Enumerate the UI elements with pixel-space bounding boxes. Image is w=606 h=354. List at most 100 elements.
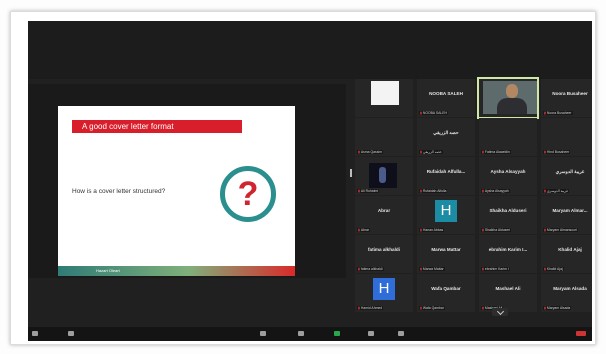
participant-label-text: ebrahim Karim I (484, 267, 509, 271)
participant-label: ▮غريبة الدوسري (543, 189, 570, 193)
participant-name: Maryam Alsada (553, 286, 587, 291)
participant-label-text: Hamid Ahmed (360, 306, 383, 310)
participant-tile[interactable]: Aysha Alsayyah ▮Aysha Alsayyah (479, 157, 537, 195)
participant-tile[interactable]: Shaikha Alduseri ▮Shaikha Alduseri (479, 196, 537, 234)
participant-label-text: NOOBA SALEH (422, 111, 447, 115)
participant-tile[interactable]: غريبة الدوسري ▮غريبة الدوسري (541, 157, 592, 195)
participant-label-text: Fatima Alaaeldin (484, 150, 510, 154)
participant-label: ▮Asma Qassim (357, 150, 383, 154)
question-mark: ? (237, 175, 259, 213)
reactions-icon[interactable] (398, 331, 404, 336)
participant-label-text: Maryam Almansoori (546, 228, 577, 232)
participant-label-text: Hind Busaheer (546, 150, 570, 154)
participant-label-text: Wafa Qambar (422, 306, 444, 310)
participant-label: ▮Noora Busaheer (543, 111, 573, 115)
participant-label: ▮Hind Busaheer (543, 150, 571, 154)
muted-mic-icon: ▮ (482, 189, 484, 193)
participant-label-text: fatima alkhaldi (360, 267, 383, 271)
participant-name: Rufaidah Alfulla... (426, 169, 466, 174)
participant-name: Aysha Alsayyah (490, 169, 526, 174)
gallery-page-down-button[interactable] (492, 307, 508, 316)
participant-label: ▮Khalid Ajaj (543, 267, 564, 271)
participant-label: ▮Ali Ruhaimi (357, 189, 380, 193)
slide-title: A good cover letter format (72, 120, 242, 133)
participant-tile[interactable]: Rufaidah Alfulla... ▮Rufaidah Alfulla (417, 157, 475, 195)
muted-mic-icon: ▮ (544, 228, 546, 232)
chat-icon[interactable] (298, 331, 304, 336)
meeting-toolbar (28, 327, 592, 341)
participant-video (369, 163, 397, 188)
shared-screen: A good cover letter format How is a cove… (28, 84, 346, 278)
participant-tile[interactable]: ▮Asma Qassim (355, 118, 413, 156)
video-icon[interactable] (68, 331, 74, 336)
leave-button[interactable] (576, 331, 586, 336)
participant-label-text: غريبة الدوسري (546, 189, 569, 193)
participant-label: ▮Wafa Qambar (419, 306, 445, 310)
participant-label-text: حصه الزريقي (422, 150, 442, 154)
muted-mic-icon: ▮ (358, 306, 360, 310)
participant-tile[interactable]: Mashael Ali▮Mashael Ali (479, 274, 537, 312)
participant-name: Shaikha Alduseri (489, 208, 527, 213)
participant-tile[interactable] (355, 79, 413, 117)
participant-label-text: Aysha Alsayyah (484, 189, 509, 193)
participant-avatar: H (373, 278, 395, 300)
participant-label: ▮fatima alkhaldi (357, 267, 384, 271)
record-icon[interactable] (368, 331, 374, 336)
participant-label-text: Rufaidah Alfulla (422, 189, 447, 193)
muted-mic-icon: ▮ (420, 189, 422, 193)
participant-tile[interactable]: Noora Busaheer ▮Noora Busaheer (541, 79, 592, 117)
participant-label: ▮Hanan Abbas (419, 228, 445, 232)
participant-video (483, 81, 537, 114)
slide-footer: Hazart Oleart (58, 266, 295, 276)
participant-name: Noora Busaheer (552, 91, 588, 96)
muted-mic-icon: ▮ (482, 228, 484, 232)
participant-tile[interactable]: ▮Ali Ruhaimi (355, 157, 413, 195)
participant-label-text: Noora Busaheer (546, 111, 572, 115)
share-screen-icon[interactable] (334, 331, 340, 336)
participant-label: ▮Maryam Alsada (543, 306, 572, 310)
participant-tile[interactable]: ebrahim Karim I... ▮ebrahim Karim I (479, 235, 537, 273)
participant-label-text: Marwa Mattar (422, 267, 444, 271)
participant-tile[interactable]: Khalid Ajaj ▮Khalid Ajaj (541, 235, 592, 273)
muted-mic-icon: ▮ (544, 111, 546, 115)
participant-name: Maryam Almar... (552, 208, 588, 213)
split-handle[interactable] (350, 169, 352, 177)
participant-tile[interactable]: ▮Hind Busaheer (541, 118, 592, 156)
participant-name: NOOBA SALEH (429, 91, 463, 96)
participants-icon[interactable] (260, 331, 266, 336)
muted-mic-icon: ▮ (420, 267, 422, 271)
muted-mic-icon: ▮ (358, 267, 360, 271)
participant-tile[interactable]: Abrar ▮Abrar (355, 196, 413, 234)
question-circle-icon: ? (220, 166, 276, 222)
muted-mic-icon: ▮ (420, 306, 422, 310)
participant-avatar: H (435, 200, 457, 222)
participant-tile[interactable]: Wafa Qambar ▮Wafa Qambar (417, 274, 475, 312)
participant-tile[interactable]: H ▮Hanan Abbas (417, 196, 475, 234)
participant-name: Khalid Ajaj (558, 247, 582, 252)
participant-tile[interactable]: Marwa Mattar ▮Marwa Mattar (417, 235, 475, 273)
participant-name: حصه الزريقي (433, 130, 459, 135)
participant-tile[interactable]: fatima alkhaldi ▮fatima alkhaldi (355, 235, 413, 273)
participant-label: ▮Fatima Alaaeldin (481, 150, 511, 154)
participant-tile[interactable]: ▮Fatima Alaaeldin (479, 118, 537, 156)
presentation-slide: A good cover letter format How is a cove… (58, 106, 295, 276)
participant-label: ▮Abrar (357, 228, 371, 232)
mute-icon[interactable] (32, 331, 38, 336)
participant-name: fatima alkhaldi (368, 247, 400, 252)
participant-tile[interactable]: Maryam Alsada ▮Maryam Alsada (541, 274, 592, 312)
participant-tile[interactable] (477, 77, 539, 119)
participant-label-text: Asma Qassim (360, 150, 382, 154)
participant-tile[interactable]: NOOBA SALEH ▮NOOBA SALEH (417, 79, 475, 117)
participant-name: Marwa Mattar (431, 247, 461, 252)
participant-video (371, 81, 399, 105)
chevron-down-icon (496, 307, 504, 316)
muted-mic-icon: ▮ (358, 150, 360, 154)
participant-tile[interactable]: حصه الزريقي ▮حصه الزريقي (417, 118, 475, 156)
participant-label: ▮Rufaidah Alfulla (419, 189, 448, 193)
participant-tile[interactable]: Maryam Almar... ▮Maryam Almansoori (541, 196, 592, 234)
muted-mic-icon: ▮ (544, 150, 546, 154)
participant-name: Mashael Ali (495, 286, 521, 291)
participant-label: ▮NOOBA SALEH (419, 111, 448, 115)
slide-question: How is a cover letter structured? (72, 188, 166, 195)
participant-tile[interactable]: H ▮Hamid Ahmed (355, 274, 413, 312)
